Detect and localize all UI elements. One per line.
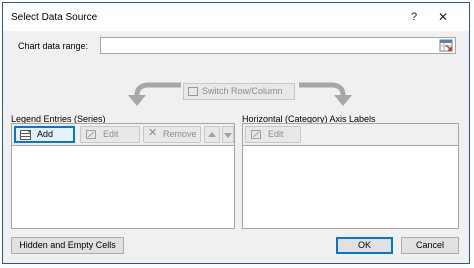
edit-axis-labels-button[interactable]: Edit [245, 126, 301, 143]
arrow-down-left-icon [128, 82, 181, 106]
move-down-button[interactable] [222, 126, 234, 143]
edit-series-button[interactable]: Edit [80, 126, 140, 143]
remove-icon: ✕ [148, 127, 158, 139]
edit-icon [251, 130, 261, 139]
legend-entries-panel: Add Edit ✕ Remove [11, 123, 235, 229]
dialog-title: Select Data Source [11, 12, 98, 23]
select-data-source-dialog: Select Data Source ? ✕ Chart data range:… [2, 2, 470, 264]
chart-data-range-input[interactable] [100, 37, 456, 54]
edit-series-label: Edit [103, 129, 119, 139]
switch-row-column-button[interactable]: Switch Row/Column [183, 83, 295, 100]
chart-data-range-label: Chart data range: [18, 41, 89, 51]
move-down-icon [224, 133, 232, 138]
add-series-label: Add [37, 129, 54, 139]
remove-series-button[interactable]: ✕ Remove [143, 126, 201, 143]
arrow-down-right-icon [299, 82, 352, 106]
switch-row-column-label: Switch Row/Column [202, 86, 283, 96]
edit-icon [86, 130, 96, 139]
axis-labels-panel: Edit [242, 123, 459, 229]
ok-button[interactable]: OK [336, 237, 393, 254]
close-button[interactable]: ✕ [431, 7, 455, 27]
axis-toolbar: Edit [243, 124, 458, 146]
cancel-button[interactable]: Cancel [401, 237, 459, 254]
legend-toolbar: Add Edit ✕ Remove [12, 124, 234, 146]
move-up-icon [208, 132, 216, 137]
add-series-button[interactable]: Add [14, 126, 75, 143]
remove-series-label: Remove [163, 129, 197, 139]
add-icon [20, 129, 31, 140]
title-bar: Select Data Source ? ✕ [3, 3, 469, 31]
hidden-empty-cells-button[interactable]: Hidden and Empty Cells [11, 237, 124, 254]
edit-axis-labels-label: Edit [268, 129, 284, 139]
move-up-button[interactable] [204, 126, 220, 143]
switch-icon [188, 87, 198, 96]
range-picker-icon[interactable] [439, 39, 453, 52]
help-button[interactable]: ? [402, 7, 426, 27]
